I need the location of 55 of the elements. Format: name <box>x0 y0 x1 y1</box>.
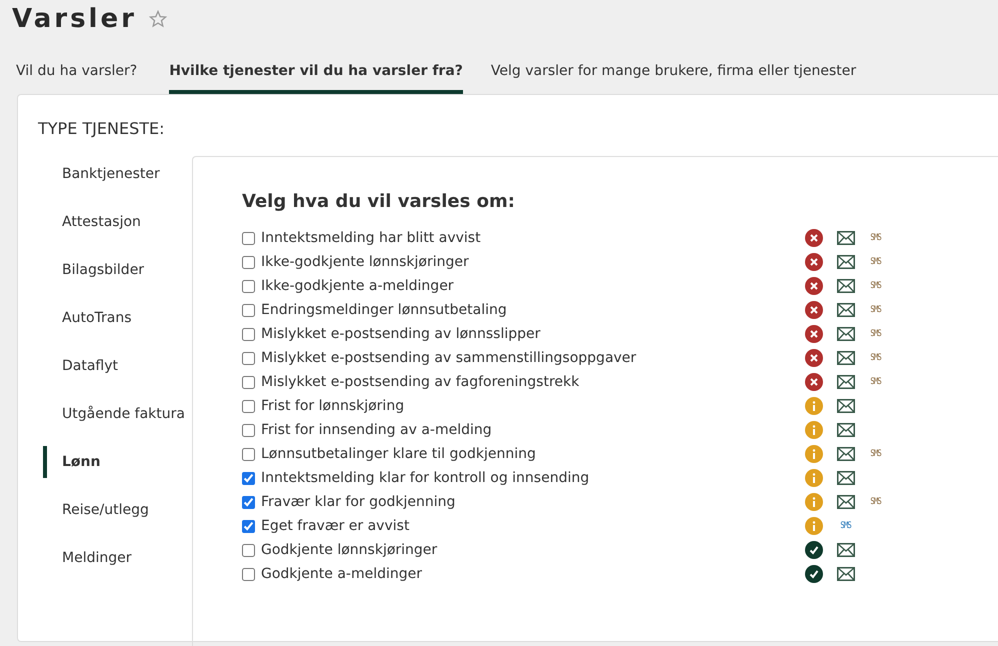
checkbox[interactable] <box>242 448 255 460</box>
notification-label: Godkjente lønnskjøringer <box>261 542 438 558</box>
sms-label: SMS <box>870 281 882 291</box>
checkbox[interactable] <box>242 568 255 580</box>
sms-label: SMS <box>870 377 882 387</box>
tab[interactable]: Velg varsler for mange brukere, firma eller tjenester <box>486 52 868 94</box>
notification-label: Lønnsutbetalinger klare til godkjenning <box>261 446 536 462</box>
panel-heading: Velg hva du vil varsles om: <box>242 191 516 212</box>
sms-label: SMS <box>870 353 882 363</box>
checkbox[interactable] <box>242 544 255 556</box>
sms-label: SMS <box>870 329 882 339</box>
notification-label: Mislykket e-postsending av sammenstillingsoppgaver <box>261 350 636 366</box>
notification-label: Fravær klar for godkjenning <box>261 494 456 510</box>
checkbox[interactable] <box>242 304 255 316</box>
sidebar-item[interactable]: Meldinger <box>43 534 192 582</box>
sms-label: SMS <box>870 305 882 315</box>
sidebar-item[interactable]: Bilagsbilder <box>43 246 192 294</box>
notification-label: Mislykket e-postsending av lønnsslipper <box>261 326 540 342</box>
notification-label: Frist for innsending av a-melding <box>261 422 492 438</box>
checkbox[interactable] <box>242 520 255 532</box>
notification-label: Ikke-godkjente a-meldinger <box>261 278 454 294</box>
section-title: TYPE TJENESTE: <box>38 119 166 138</box>
sidebar-item[interactable]: Reise/utlegg <box>43 486 192 534</box>
sidebar-item[interactable]: AutoTrans <box>43 294 192 342</box>
sidebar-item[interactable]: Lønn <box>43 446 192 478</box>
checkbox[interactable] <box>242 328 255 340</box>
sms-label: SMS <box>870 449 882 459</box>
notification-label: Godkjente a-meldinger <box>261 566 422 582</box>
notification-label: Frist for lønnskjøring <box>261 398 404 414</box>
sms-label: SMS <box>870 257 882 267</box>
checkbox[interactable] <box>242 232 255 244</box>
checkbox[interactable] <box>242 352 255 364</box>
notification-label: Mislykket e-postsending av fagforeningstrekk <box>261 374 580 390</box>
checkbox[interactable] <box>242 472 255 484</box>
sidebar-item[interactable]: Dataflyt <box>43 342 192 390</box>
notification-label: Endringsmeldinger lønnsutbetaling <box>261 302 507 318</box>
sidebar-item[interactable]: Utgående faktura <box>43 390 192 438</box>
notification-label: Inntektsmelding har blitt avvist <box>261 230 481 246</box>
notification-label: Ikke-godkjente lønnskjøringer <box>261 254 469 270</box>
sidebar-item[interactable]: Banktjenester <box>43 150 192 198</box>
checkbox[interactable] <box>242 376 255 388</box>
sms-label: SMS <box>840 521 852 531</box>
notification-label: Inntektsmelding klar for kontroll og innsending <box>261 470 590 486</box>
sms-label: SMS <box>870 497 882 507</box>
notification-label: Eget fravær er avvist <box>261 518 410 534</box>
checkbox[interactable] <box>242 256 255 268</box>
checkbox[interactable] <box>242 424 255 436</box>
checkbox[interactable] <box>242 400 255 412</box>
sidebar-item[interactable]: Attestasjon <box>43 198 192 246</box>
page-title: Varsler <box>12 4 137 34</box>
checkbox[interactable] <box>242 280 255 292</box>
tab[interactable]: Vil du ha varsler? <box>12 52 150 94</box>
star-icon[interactable] <box>148 10 167 28</box>
sms-label: SMS <box>870 233 882 243</box>
checkbox[interactable] <box>242 496 255 508</box>
